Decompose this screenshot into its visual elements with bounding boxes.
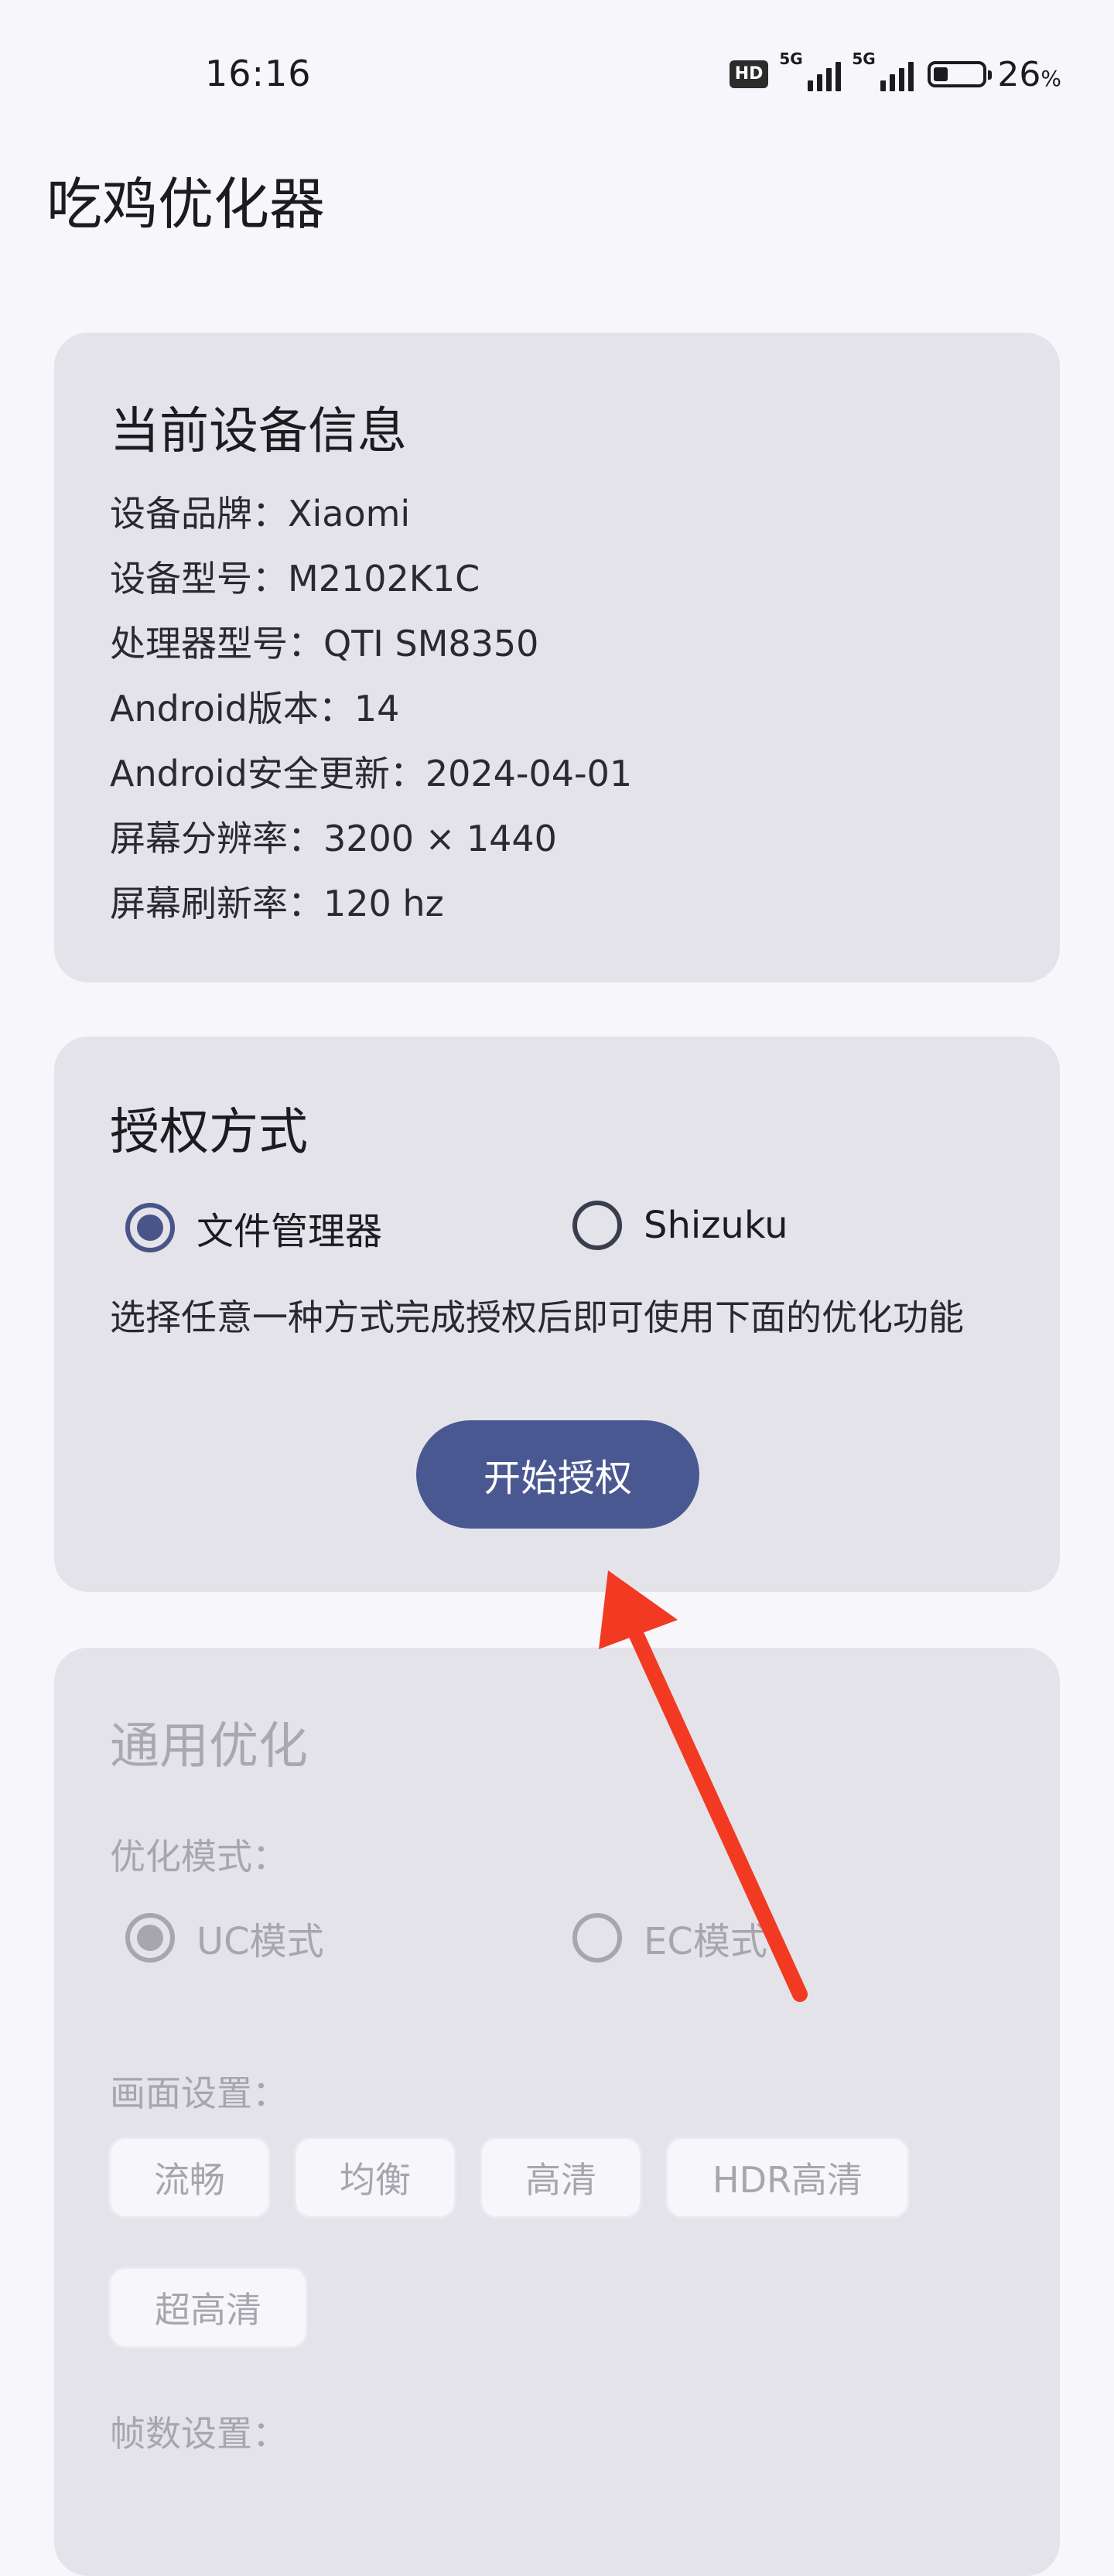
device-model: 设备型号：M2102K1C [110, 558, 480, 600]
graphics-option-balanced[interactable]: 均衡 [294, 2137, 456, 2219]
battery-percent: 26% [997, 54, 1061, 94]
status-bar: 16:16 HD 5G 5G 26% [0, 0, 1114, 147]
start-auth-button[interactable]: 开始授权 [416, 1420, 699, 1529]
device-processor: 处理器型号：QTI SM8350 [110, 623, 539, 664]
radio-file-manager[interactable]: 文件管理器 [125, 1201, 382, 1255]
auth-method-title: 授权方式 [110, 1104, 308, 1161]
radio-uc-mode[interactable]: UC模式 [125, 1911, 324, 1965]
signal-5g-icon: 5G [852, 50, 914, 94]
radio-selected-icon [125, 1913, 175, 1963]
graphics-option-hdr[interactable]: HDR高清 [665, 2137, 910, 2219]
device-brand: 设备品牌：Xiaomi [110, 493, 411, 535]
auth-note: 选择任意一种方式完成授权后即可使用下面的优化功能 [110, 1297, 964, 1338]
radio-label: 文件管理器 [196, 1210, 383, 1253]
android-version: Android版本：14 [110, 688, 400, 729]
auth-method-card: 授权方式 文件管理器 Shizuku 选择任意一种方式完成授权后即可使用下面的优… [54, 1037, 1060, 1592]
graphics-option-hd[interactable]: 高清 [480, 2137, 642, 2219]
radio-ec-mode[interactable]: EC模式 [572, 1911, 767, 1965]
battery-icon [928, 61, 993, 87]
radio-shizuku[interactable]: Shizuku [572, 1201, 788, 1250]
radio-label: EC模式 [644, 1920, 767, 1963]
android-security-update: Android安全更新：2024-04-01 [110, 753, 633, 794]
signal-label: 5G [852, 50, 876, 68]
radio-label: UC模式 [196, 1920, 324, 1963]
general-optimization-title: 通用优化 [110, 1718, 308, 1775]
radio-unselected-icon [572, 1913, 622, 1963]
screen-resolution: 屏幕分辨率：3200 × 1440 [110, 818, 557, 859]
signal-label: 5G [779, 50, 803, 68]
device-info-list: 设备品牌：Xiaomi 设备型号：M2102K1C 处理器型号：QTI SM83… [110, 481, 632, 936]
device-info-title: 当前设备信息 [110, 403, 407, 460]
mode-label: 优化模式： [110, 1836, 288, 1877]
fps-label: 帧数设置： [110, 2413, 288, 2455]
graphics-option-ultra-hd[interactable]: 超高清 [108, 2267, 308, 2349]
app-title: 吃鸡优化器 [46, 172, 326, 237]
graphics-label: 画面设置： [110, 2072, 288, 2114]
screen-refresh-rate: 屏幕刷新率：120 hz [110, 883, 444, 924]
radio-unselected-icon [572, 1201, 622, 1250]
radio-selected-icon [125, 1203, 175, 1252]
device-info-card: 当前设备信息 设备品牌：Xiaomi 设备型号：M2102K1C 处理器型号：Q… [54, 333, 1060, 982]
general-optimization-card: 通用优化 优化模式： UC模式 EC模式 画面设置： 流畅 均衡 高清 HDR高… [54, 1648, 1060, 2576]
signal-5g-icon: 5G [779, 50, 842, 94]
radio-label: Shizuku [644, 1204, 788, 1247]
status-time: 16:16 [205, 53, 312, 94]
hd-voice-icon: HD [729, 60, 769, 88]
status-icons: HD 5G 5G 26% [729, 50, 1061, 96]
graphics-option-smooth[interactable]: 流畅 [108, 2137, 271, 2219]
